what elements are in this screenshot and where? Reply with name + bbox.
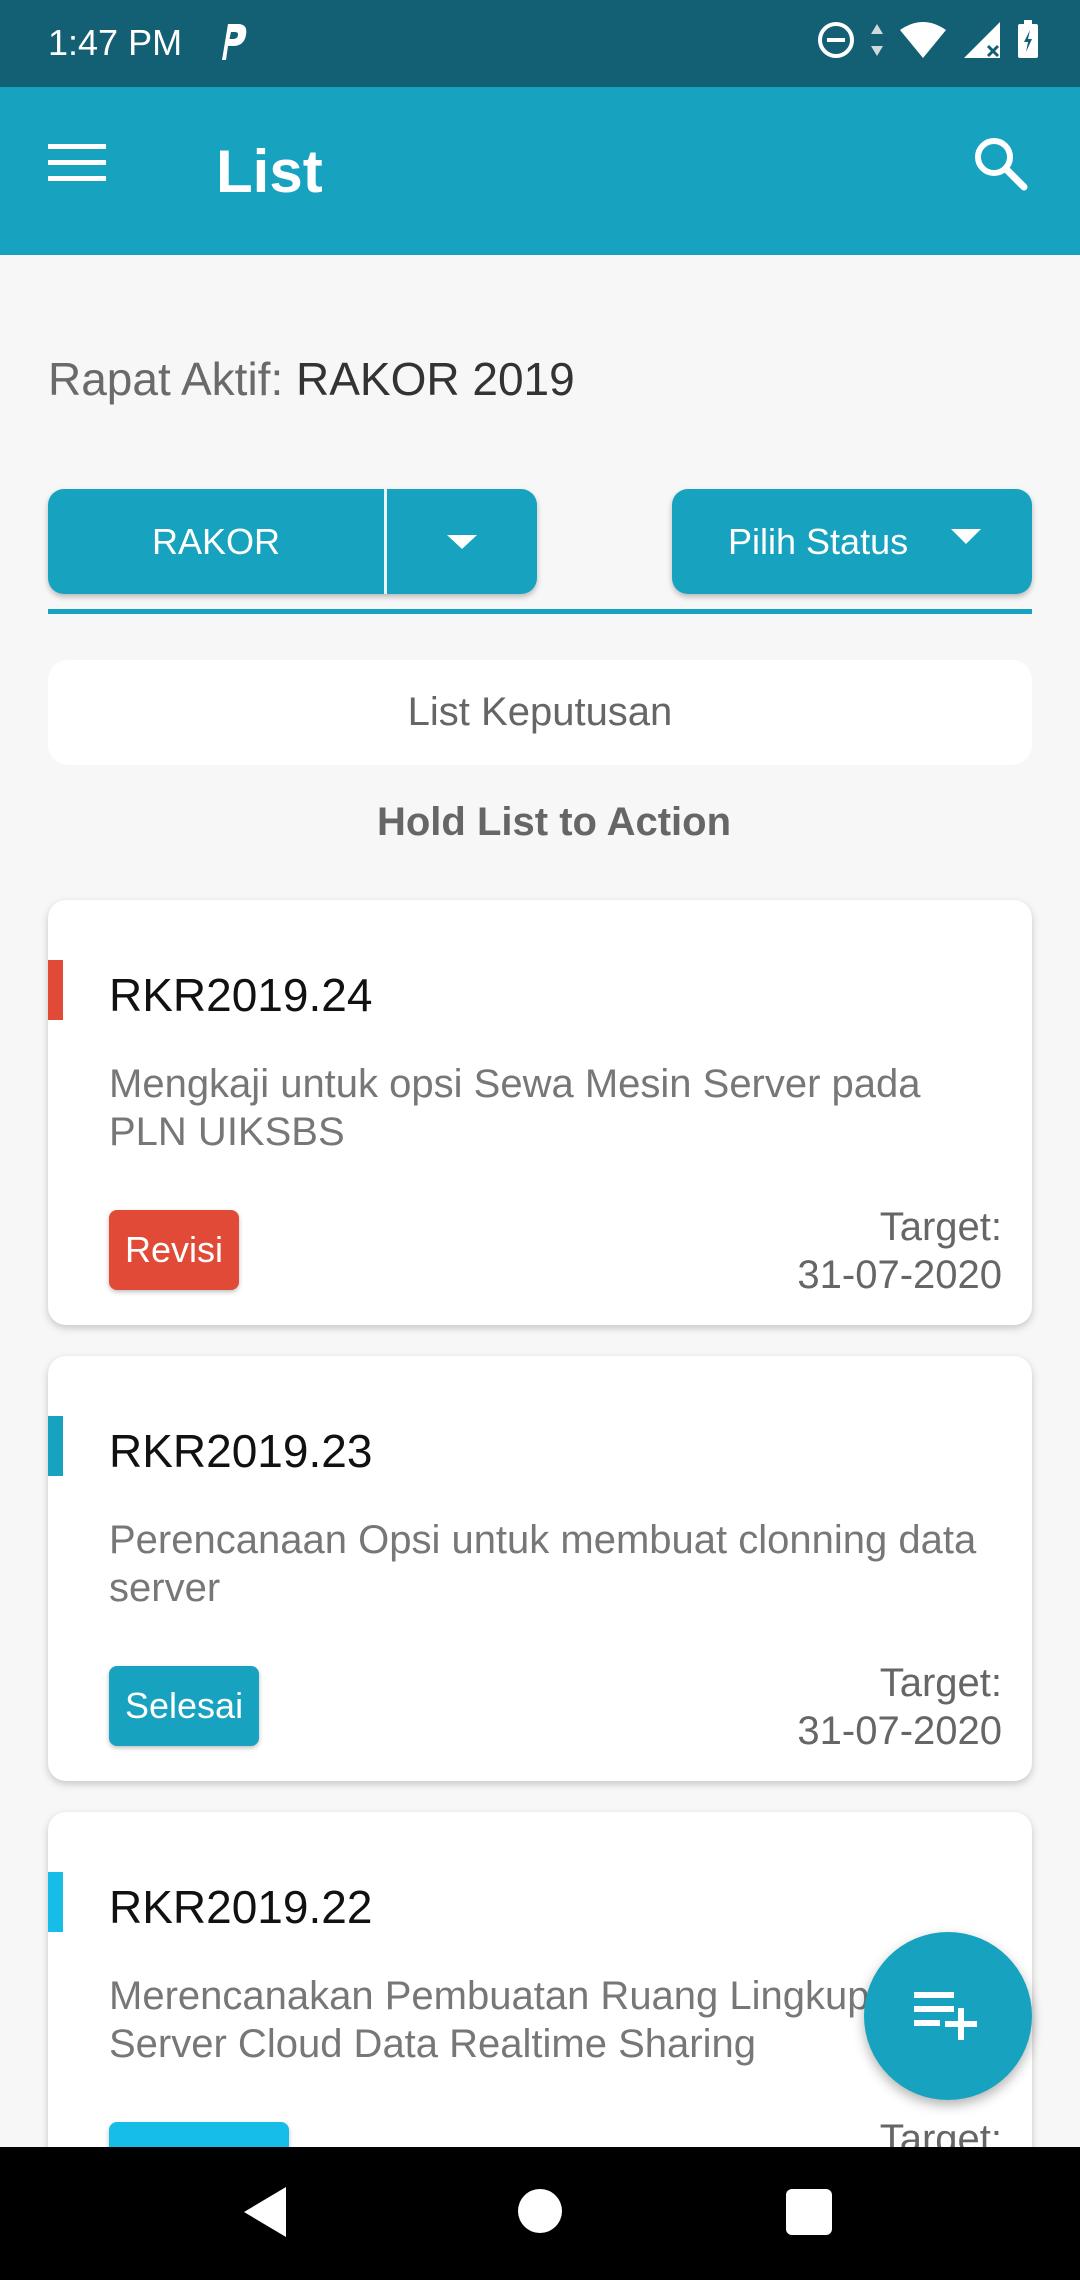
hamburger-menu-icon[interactable] xyxy=(48,141,118,201)
item-code: RKR2019.24 xyxy=(109,969,373,1021)
status-bar-indicator xyxy=(48,1872,63,1932)
status-badge: Revisi xyxy=(109,1210,240,1290)
chevron-down-icon[interactable] xyxy=(387,489,537,594)
list-item[interactable]: RKR2019.24 Mengkaji untuk opsi Sewa Mesi… xyxy=(48,900,1032,1325)
filter-underline xyxy=(48,609,1032,614)
status-bar-indicator xyxy=(48,1416,63,1476)
meeting-type-selected[interactable]: RAKOR xyxy=(48,489,384,594)
chevron-down-icon xyxy=(950,527,982,552)
parking-icon xyxy=(218,18,250,69)
status-dropdown[interactable]: Pilih Status xyxy=(672,489,1032,594)
system-nav-bar xyxy=(0,2147,1080,2280)
status-time: 1:47 PM xyxy=(48,22,183,63)
do-not-disturb-icon xyxy=(816,20,856,65)
list-keputusan-button[interactable]: List Keputusan xyxy=(48,660,1032,765)
back-icon[interactable] xyxy=(242,2185,288,2244)
active-meeting: Rapat Aktif: RAKOR 2019 xyxy=(48,352,575,406)
page-title: List xyxy=(216,138,323,205)
search-icon[interactable] xyxy=(970,133,1040,203)
data-arrows-icon xyxy=(870,20,884,65)
wifi-icon xyxy=(898,20,948,65)
hint-text: Hold List to Action xyxy=(376,800,732,844)
target-label: Target: xyxy=(879,2117,1002,2147)
target-date: 31-07-2020 xyxy=(797,1709,1002,1753)
item-target: Target: 31-07-2020 xyxy=(797,1203,1002,1299)
target-label: Target: xyxy=(879,1661,1002,1705)
signal-icon xyxy=(962,20,1002,65)
item-target: Target: xyxy=(880,2115,1002,2147)
status-bar-indicator xyxy=(48,960,63,1020)
item-description: Merencanakan Pembuatan Ruang Lingkup Ser… xyxy=(109,1974,870,2066)
active-meeting-value: RAKOR 2019 xyxy=(296,353,575,405)
status-dropdown-label: Pilih Status xyxy=(728,521,909,562)
home-icon[interactable] xyxy=(518,2189,562,2233)
add-decision-button[interactable] xyxy=(864,1932,1032,2100)
item-target: Target: 31-07-2020 xyxy=(797,1659,1002,1755)
item-code: RKR2019.22 xyxy=(109,1881,373,1933)
status-bar: 1:47 PM xyxy=(0,0,1080,87)
status-badge xyxy=(109,2122,289,2147)
list-item[interactable]: RKR2019.23 Perencanaan Opsi untuk membua… xyxy=(48,1356,1032,1781)
item-description: Mengkaji untuk opsi Sewa Mesin Server pa… xyxy=(109,1062,921,1154)
target-label: Target: xyxy=(879,1205,1002,1249)
item-description: Perencanaan Opsi untuk membuat clonning … xyxy=(109,1518,977,1610)
active-meeting-label: Rapat Aktif: xyxy=(48,353,284,405)
target-date: 31-07-2020 xyxy=(797,1253,1002,1297)
app-bar: List xyxy=(0,87,1080,255)
status-icons xyxy=(816,20,1040,65)
meeting-type-dropdown[interactable]: RAKOR xyxy=(48,489,537,594)
battery-icon xyxy=(1016,20,1040,65)
item-code: RKR2019.23 xyxy=(109,1425,373,1477)
status-badge: Selesai xyxy=(109,1666,260,1746)
recent-apps-icon[interactable] xyxy=(786,2189,832,2235)
